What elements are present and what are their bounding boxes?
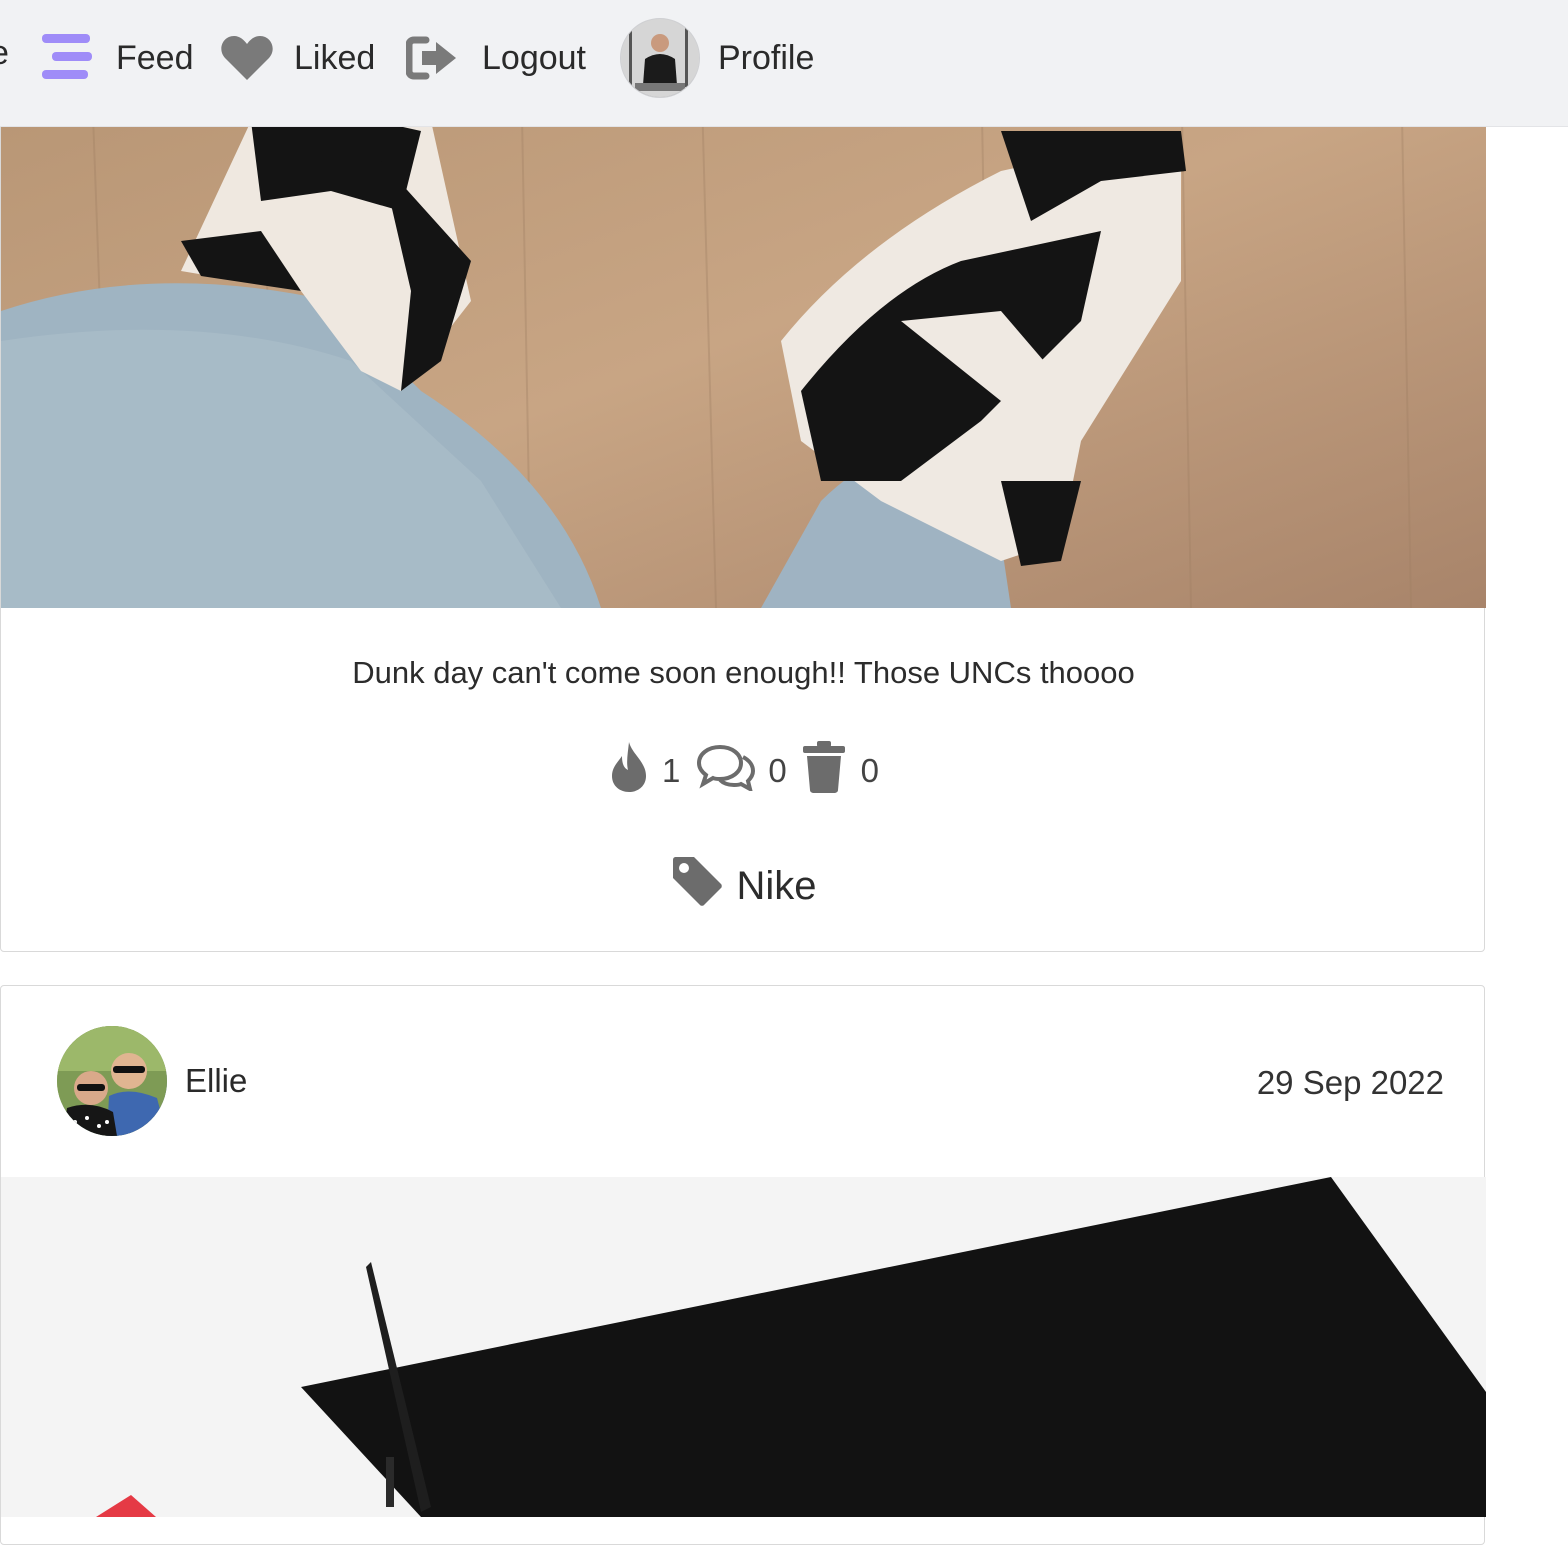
nav-liked-label: Liked	[294, 38, 376, 77]
nav-item-liked[interactable]: Liked	[220, 0, 375, 116]
post-tag[interactable]: Nike	[1, 856, 1486, 916]
tag-label: Nike	[736, 863, 817, 908]
nav-profile-label: Profile	[718, 38, 815, 77]
nav-item-profile[interactable]: Profile	[620, 0, 814, 116]
post-stats: 1 0 0	[1, 741, 1486, 801]
post-caption: Dunk day can't come soon enough!! Those …	[352, 655, 1135, 690]
fire-stat[interactable]: 1	[608, 740, 680, 802]
fire-count: 1	[661, 752, 681, 789]
comment-count: 0	[768, 752, 787, 789]
author-avatar[interactable]	[57, 1026, 167, 1136]
nav-item-feed[interactable]: Feed	[40, 0, 194, 116]
nav-item-partial-label[interactable]: e	[0, 34, 9, 73]
post-image[interactable]	[1, 61, 1486, 608]
author-name[interactable]: Ellie	[185, 1062, 247, 1100]
heart-icon	[220, 34, 274, 82]
delete-stat[interactable]: 0	[801, 740, 879, 802]
post-image[interactable]	[1, 1177, 1486, 1517]
comments-stat[interactable]: 0	[696, 743, 787, 799]
profile-avatar	[620, 18, 700, 98]
post-date: 29 Sep 2022	[1256, 1064, 1444, 1101]
comments-icon	[696, 743, 756, 799]
nav-feed-label: Feed	[116, 38, 194, 77]
logout-icon	[406, 36, 460, 80]
post-card: Dunk day can't come soon enough!! Those …	[0, 60, 1486, 952]
tag-icon	[670, 854, 724, 918]
top-navbar: e Feed Liked Logout	[0, 0, 1568, 127]
delete-count: 0	[860, 752, 880, 789]
nav-item-logout[interactable]: Logout	[406, 0, 586, 116]
nav-logout-label: Logout	[482, 38, 586, 77]
fire-icon	[608, 740, 650, 802]
trash-icon	[801, 740, 847, 802]
feed-icon	[40, 34, 94, 82]
post-card: Ellie 29 Sep 2022	[0, 985, 1486, 1545]
